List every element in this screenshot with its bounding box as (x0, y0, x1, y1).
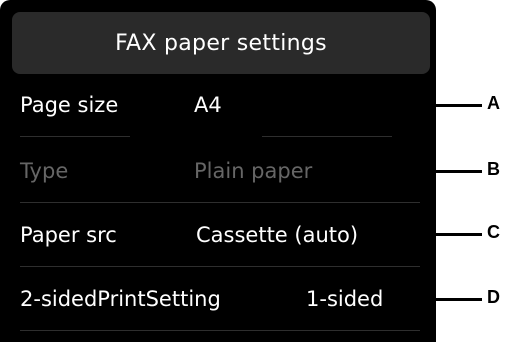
setting-row-paper-src[interactable]: Paper src Cassette (auto) (12, 206, 430, 264)
divider (262, 136, 392, 137)
callout-line-c (432, 233, 482, 236)
fax-paper-settings-screen: FAX paper settings Page size A4 Type Pla… (0, 0, 436, 342)
setting-value-type: Plain paper (194, 159, 313, 183)
callout-label-a: A (487, 93, 500, 113)
setting-row-page-size[interactable]: Page size A4 (12, 76, 430, 134)
callout-label-c: C (487, 222, 500, 242)
setting-label-paper-src: Paper src (20, 223, 117, 247)
divider (20, 136, 130, 137)
callout-line-a (432, 104, 482, 107)
divider (20, 266, 420, 267)
divider (20, 202, 420, 203)
setting-value-paper-src: Cassette (auto) (196, 223, 359, 247)
screen-title: FAX paper settings (115, 30, 327, 56)
setting-label-2-sided-print: 2-sidedPrintSetting (20, 287, 221, 311)
callout-label-d: D (487, 287, 500, 307)
setting-label-page-size: Page size (20, 93, 119, 117)
callout-label-b: B (487, 159, 500, 179)
setting-row-type: Type Plain paper (12, 142, 430, 200)
callout-line-d (432, 298, 482, 301)
setting-label-type: Type (20, 159, 69, 183)
setting-value-2-sided-print: 1-sided (306, 287, 384, 311)
setting-row-2-sided-print[interactable]: 2-sidedPrintSetting 1-sided (12, 270, 430, 328)
callout-line-b (432, 170, 482, 173)
setting-value-page-size: A4 (194, 93, 222, 117)
title-bar: FAX paper settings (12, 12, 430, 74)
divider (20, 330, 420, 331)
